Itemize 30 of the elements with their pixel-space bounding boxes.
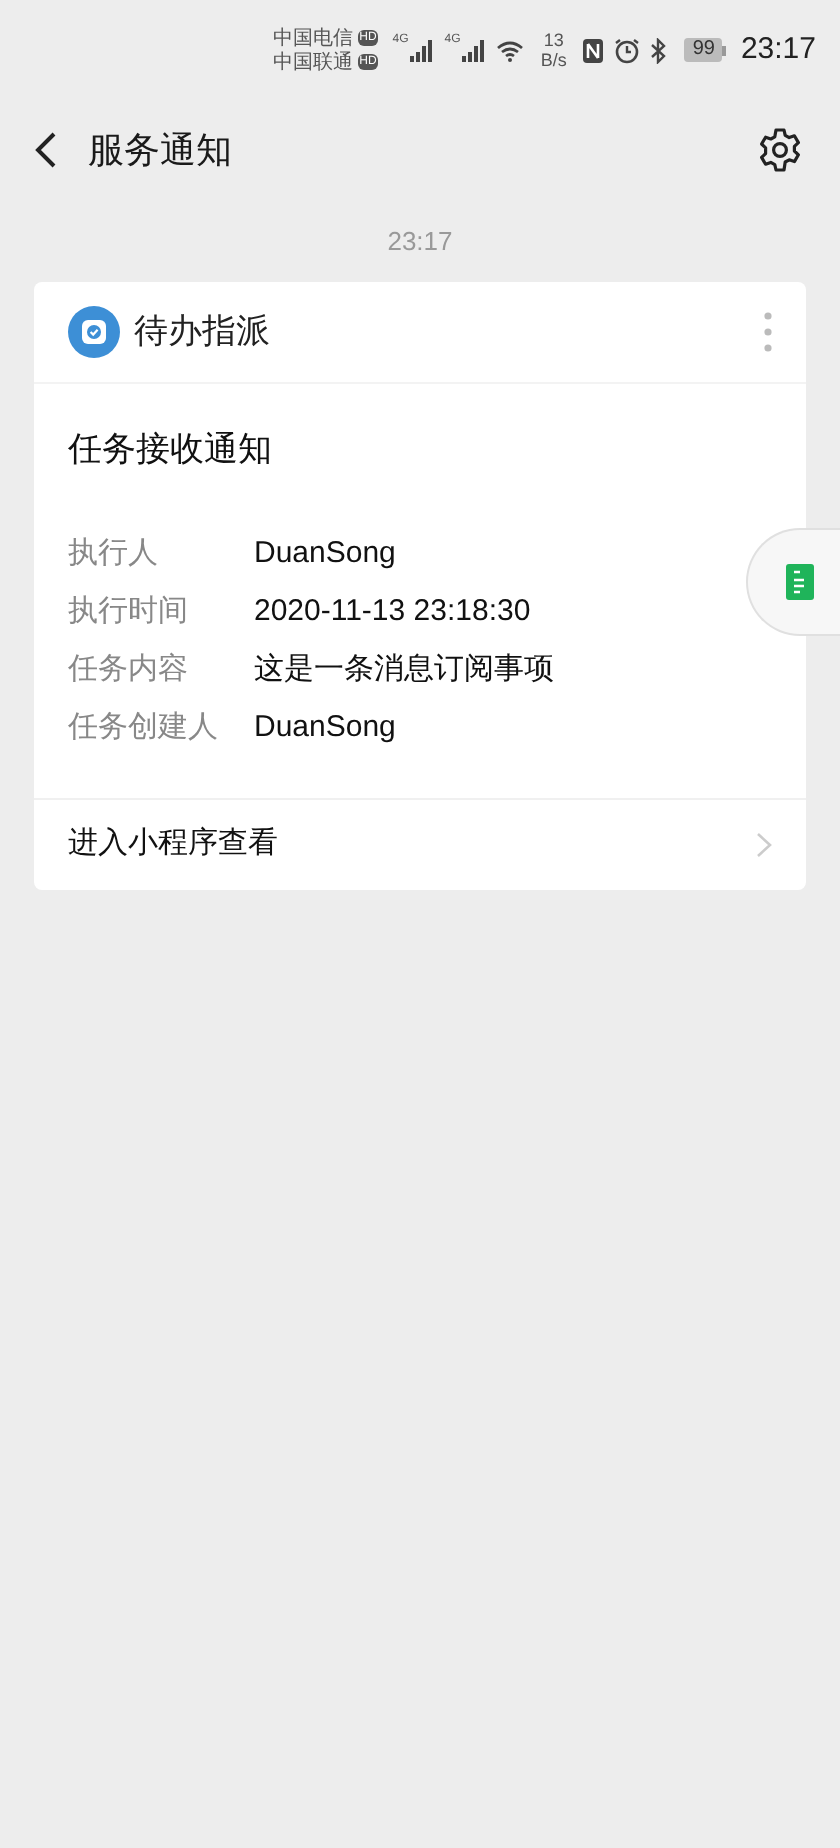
- network-speed: 13: [543, 30, 564, 50]
- bluetooth-icon: [650, 37, 667, 63]
- app-logo-icon: [68, 305, 120, 357]
- nfc-icon: [582, 37, 605, 63]
- field-value: DuanSong: [254, 708, 396, 749]
- field-label: 执行时间: [68, 592, 190, 633]
- alarm-icon: [614, 37, 641, 63]
- document-icon: [786, 564, 814, 600]
- page-title: 服务通知: [88, 127, 232, 173]
- message-time: 23:17: [387, 224, 453, 260]
- carrier-name: 中国联通: [273, 51, 354, 73]
- field-label: 执行人: [68, 534, 160, 575]
- open-miniprogram-link[interactable]: 进入小程序查看: [34, 798, 806, 890]
- chevron-right-icon: [756, 832, 772, 858]
- signal-icon: [410, 39, 435, 61]
- clock: 23:17: [740, 29, 816, 70]
- field-value: 这是一条消息订阅事项: [254, 650, 554, 691]
- speed-unit: B/s: [540, 50, 567, 70]
- app-name: 待办指派: [134, 309, 270, 354]
- signal-icon: [462, 39, 487, 61]
- field-label: 任务创建人: [68, 708, 220, 749]
- carrier-name: 中国电信: [273, 27, 354, 49]
- field-label: 任务内容: [68, 650, 190, 691]
- battery-icon: 99: [684, 38, 727, 62]
- back-button[interactable]: [34, 130, 58, 170]
- settings-button[interactable]: [756, 126, 804, 174]
- field-value: 2020-11-13 23:18:30: [254, 592, 531, 633]
- notification-title: 任务接收通知: [68, 427, 274, 471]
- field-value: DuanSong: [254, 534, 396, 575]
- wifi-icon: [496, 39, 525, 61]
